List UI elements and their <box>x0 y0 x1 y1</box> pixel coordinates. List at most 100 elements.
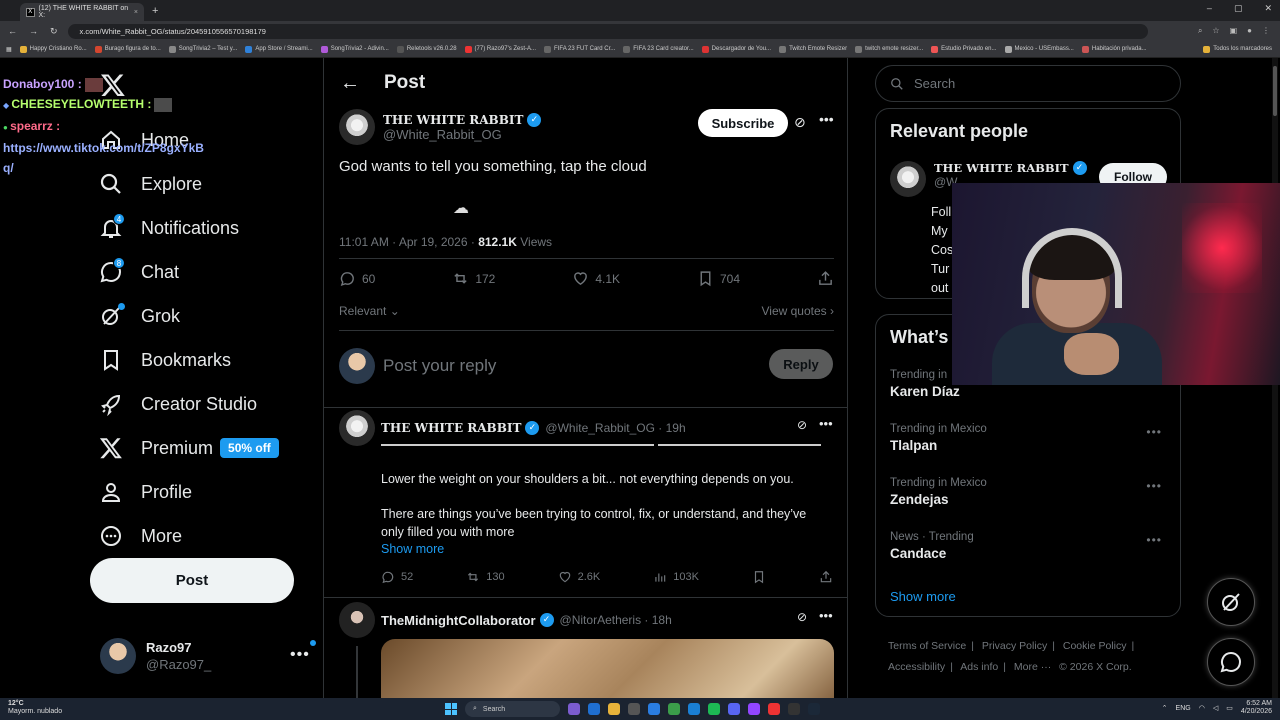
repost-button[interactable]: 172 <box>452 270 495 287</box>
person-name[interactable]: THE WHITE RABBIT <box>934 161 1069 175</box>
grok-icon[interactable]: ⊘ <box>797 610 807 624</box>
bookmark[interactable]: (77) Razo97's Zest-A... <box>464 45 536 53</box>
search-input[interactable]: Search <box>875 65 1181 102</box>
bookmark[interactable]: Estudio Privado en... <box>931 45 997 53</box>
avatar[interactable] <box>339 410 375 446</box>
account-more-icon[interactable]: ••• <box>290 640 316 664</box>
trend-more-icon[interactable]: ••• <box>1146 425 1162 439</box>
bookmark[interactable]: Mexico - USEmbass... <box>1004 45 1074 53</box>
apps-icon[interactable]: ▦ <box>6 46 12 53</box>
cloud-icon[interactable]: ☁ <box>453 198 469 218</box>
repost-button[interactable]: 130 <box>466 570 505 584</box>
author-name[interactable]: TheMidnightCollaborator <box>381 613 536 628</box>
reload-icon[interactable]: ↻ <box>50 26 58 37</box>
weather-widget[interactable]: 12°C Mayorm. nublado <box>8 700 62 716</box>
zoom-icon[interactable]: ⌕ <box>1198 26 1202 36</box>
footer-link[interactable]: Privacy Policy <box>982 640 1047 652</box>
post-button[interactable]: Post <box>90 558 294 603</box>
scrollbar-thumb[interactable] <box>1273 66 1277 116</box>
nav-premium[interactable]: Premium 50% off <box>98 426 279 470</box>
reply-button[interactable]: 52 <box>381 570 413 584</box>
language-indicator[interactable]: ENG <box>1176 705 1191 712</box>
bookmark[interactable]: Burago figura de to... <box>94 45 161 53</box>
nav-bookmarks[interactable]: Bookmarks <box>98 338 279 382</box>
trend-more-icon[interactable]: ••• <box>1146 533 1162 547</box>
post-media-image[interactable] <box>381 639 834 698</box>
bookmark[interactable]: Habitación privada... <box>1081 45 1147 53</box>
trend-item[interactable]: Trending in Mexico Zendejas ••• <box>890 477 1170 507</box>
app-icon[interactable] <box>568 703 580 715</box>
twitch-icon[interactable] <box>748 703 760 715</box>
folder-icon[interactable] <box>608 703 620 715</box>
grok-fab-button[interactable] <box>1207 578 1255 626</box>
star-icon[interactable]: ☆ <box>1212 26 1219 36</box>
bookmark[interactable]: SongTrivia2 – Test y... <box>168 45 237 53</box>
avatar[interactable] <box>339 602 375 638</box>
edge-icon[interactable] <box>588 703 600 715</box>
steam-icon[interactable] <box>808 703 820 715</box>
account-switcher[interactable]: Razo97 @Razo97_ ••• <box>100 638 316 674</box>
post-time[interactable]: 11:01 AM · Apr 19, 2026 · <box>339 235 478 249</box>
back-nav-icon[interactable]: ← <box>8 26 17 37</box>
discord-icon[interactable] <box>728 703 740 715</box>
grok-icon[interactable]: ⊘ <box>794 114 806 131</box>
more-icon[interactable]: ••• <box>819 608 833 623</box>
bookmark[interactable]: FIFA 23 FUT Card Cr... <box>544 45 615 53</box>
bookmark-button[interactable]: 704 <box>697 270 740 287</box>
bookmark[interactable]: twitch emote resizer... <box>855 45 923 53</box>
author-name[interactable]: THE WHITE RABBIT <box>383 113 523 127</box>
close-window-icon[interactable]: ✕ <box>1264 3 1272 14</box>
close-tab-icon[interactable]: × <box>134 9 138 16</box>
footer-link[interactable]: Cookie Policy <box>1063 640 1127 652</box>
reply-sort-dropdown[interactable]: Relevant ⌄ <box>339 304 400 318</box>
menu-icon[interactable]: ⋮ <box>1262 26 1270 36</box>
show-more-link[interactable]: Show more <box>381 542 444 556</box>
footer-link[interactable]: Terms of Service <box>888 640 966 652</box>
bookmark[interactable]: App Store / Streami... <box>245 45 313 53</box>
chrome-icon[interactable] <box>668 703 680 715</box>
bookmark[interactable]: Happy Cristiano Ro... <box>19 45 87 53</box>
new-tab-button[interactable]: + <box>152 5 158 17</box>
view-quotes-link[interactable]: View quotes › <box>762 304 835 318</box>
footer-link[interactable]: More ··· <box>1014 661 1051 673</box>
nav-profile[interactable]: Profile <box>98 470 279 514</box>
more-icon[interactable]: ••• <box>819 111 834 127</box>
avatar[interactable] <box>890 161 926 197</box>
taskbar-search[interactable]: ⌕ Search <box>465 701 560 717</box>
subscribe-button[interactable]: Subscribe <box>698 109 788 137</box>
footer-link[interactable]: Ads info <box>960 661 998 673</box>
minimize-icon[interactable]: – <box>1207 3 1212 14</box>
profile-icon[interactable]: ● <box>1247 26 1252 36</box>
author-name[interactable]: THE WHITE RABBIT <box>381 421 521 435</box>
forward-nav-icon[interactable]: → <box>29 26 38 37</box>
nav-grok[interactable]: Grok <box>98 294 279 338</box>
all-bookmarks[interactable]: Todos los marcadores <box>1203 45 1272 53</box>
bookmark[interactable]: Descargador de You... <box>701 45 771 53</box>
show-more-link[interactable]: Show more <box>890 589 956 604</box>
footer-link[interactable]: Accessibility <box>888 661 945 673</box>
nav-creator-studio[interactable]: Creator Studio <box>98 382 279 426</box>
trend-more-icon[interactable]: ••• <box>1146 479 1162 493</box>
trend-item[interactable]: News · Trending Candace ••• <box>890 531 1170 561</box>
browser-tab[interactable]: X (12) THE WHITE RABBIT on X: × <box>20 3 144 21</box>
reply-input[interactable]: Post your reply <box>383 356 496 376</box>
battery-icon[interactable]: ▭ <box>1226 704 1233 712</box>
nav-notifications[interactable]: 4 Notifications <box>98 206 279 250</box>
bookmark[interactable]: SongTrivia2 - Adivin... <box>320 45 389 53</box>
reply-post[interactable]: THE WHITE RABBIT ✓ @White_Rabbit_OG · 19h… <box>339 410 834 584</box>
more-icon[interactable]: ••• <box>819 416 833 431</box>
author-handle[interactable]: @White_Rabbit_OG <box>383 127 541 142</box>
wifi-icon[interactable]: ◠ <box>1199 704 1205 712</box>
reply-submit-button[interactable]: Reply <box>769 349 833 379</box>
like-button[interactable]: 2.6K <box>558 570 600 584</box>
avatar[interactable] <box>339 109 375 145</box>
mail-icon[interactable] <box>648 703 660 715</box>
store-icon[interactable] <box>628 703 640 715</box>
bookmark[interactable]: Reletools v26.0.28 <box>396 45 457 53</box>
share-button[interactable] <box>819 570 833 584</box>
volume-icon[interactable]: ◁ <box>1213 704 1218 712</box>
bookmark[interactable]: FIFA 23 Card creator... <box>623 45 694 53</box>
maximize-icon[interactable]: ▢ <box>1234 3 1243 14</box>
url-field[interactable]: x.com/White_Rabbit_OG/status/20459105565… <box>67 23 1148 39</box>
author-handle[interactable]: @White_Rabbit_OG · 19h <box>545 421 685 435</box>
